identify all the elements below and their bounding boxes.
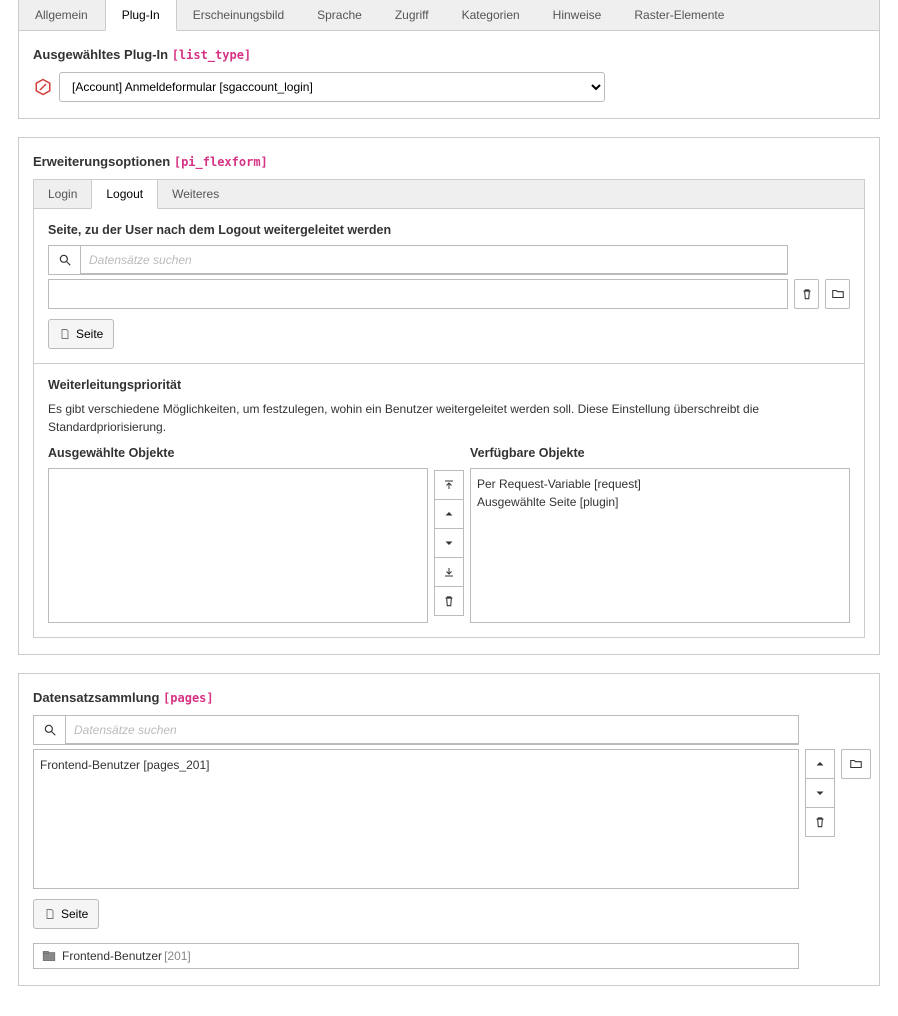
priority-help: Es gibt verschiedene Möglichkeiten, um f…	[48, 400, 850, 436]
move-top-button[interactable]	[434, 470, 464, 500]
tab-kategorien[interactable]: Kategorien	[446, 0, 537, 30]
record-collection-key: [pages]	[163, 691, 214, 705]
redirect-value-row	[48, 279, 850, 309]
redirect-search-row	[48, 245, 788, 275]
redirect-search-input[interactable]	[80, 245, 788, 275]
sub-tabs: Login Logout Weiteres	[33, 179, 865, 209]
tab-hinweise[interactable]: Hinweise	[537, 0, 619, 30]
selected-objects-col: Ausgewählte Objekte	[48, 446, 428, 623]
main-tabs: Allgemein Plug-In Erscheinungsbild Sprac…	[18, 0, 880, 31]
redirect-label: Seite, zu der User nach dem Logout weite…	[48, 223, 850, 237]
dual-list: Ausgewählte Objekte	[48, 446, 850, 623]
record-ref-id: [201]	[164, 949, 191, 963]
move-down-button[interactable]	[434, 528, 464, 558]
priority-title: Weiterleitungspriorität	[48, 378, 850, 392]
selected-plugin-label: Ausgewähltes Plug-In	[33, 47, 172, 62]
record-search-input[interactable]	[65, 715, 799, 745]
tab-allgemein[interactable]: Allgemein	[19, 0, 105, 30]
available-objects-col: Verfügbare Objekte Per Request-Variable …	[470, 446, 850, 623]
redirect-value-input[interactable]	[48, 279, 788, 309]
page-button[interactable]: Seite	[48, 319, 114, 349]
record-folder-controls	[841, 749, 871, 889]
selected-plugin-key: [list_type]	[172, 48, 251, 62]
record-collection-title: Datensatzsammlung [pages]	[33, 690, 865, 705]
extension-options-title: Erweiterungsoptionen [pi_flexform]	[33, 154, 865, 169]
search-icon	[33, 715, 65, 745]
plugin-select[interactable]: [Account] Anmeldeformular [sgaccount_log…	[59, 72, 605, 102]
selected-plugin-title: Ausgewähltes Plug-In [list_type]	[33, 47, 865, 62]
record-item[interactable]: Frontend-Benutzer [pages_201]	[40, 756, 792, 774]
record-move-up-button[interactable]	[805, 749, 835, 779]
record-browse-folder-button[interactable]	[841, 749, 871, 779]
search-icon	[48, 245, 80, 275]
tab-plugin[interactable]: Plug-In	[105, 0, 177, 31]
record-delete-button[interactable]	[805, 807, 835, 837]
record-reference[interactable]: Frontend-Benutzer [201]	[33, 943, 799, 969]
tab-zugriff[interactable]: Zugriff	[379, 0, 446, 30]
page-icon	[59, 327, 71, 341]
record-page-button[interactable]: Seite	[33, 899, 99, 929]
subtab-weiteres[interactable]: Weiteres	[158, 180, 233, 208]
record-list[interactable]: Frontend-Benutzer [pages_201]	[33, 749, 799, 889]
available-item[interactable]: Ausgewählte Seite [plugin]	[477, 493, 843, 511]
record-list-row: Frontend-Benutzer [pages_201]	[33, 749, 865, 889]
record-page-button-label: Seite	[61, 907, 88, 921]
priority-section: Weiterleitungspriorität Es gibt verschie…	[33, 364, 865, 638]
remove-item-button[interactable]	[434, 586, 464, 616]
available-objects-list[interactable]: Per Request-Variable [request] Ausgewähl…	[470, 468, 850, 623]
selected-objects-list[interactable]	[48, 468, 428, 623]
logout-redirect-section: Seite, zu der User nach dem Logout weite…	[33, 209, 865, 364]
record-collection-label: Datensatzsammlung	[33, 690, 163, 705]
plugin-row: [Account] Anmeldeformular [sgaccount_log…	[33, 72, 865, 102]
subtab-logout[interactable]: Logout	[91, 180, 158, 209]
move-up-button[interactable]	[434, 499, 464, 529]
page-icon	[44, 907, 56, 921]
selected-plugin-panel: Ausgewähltes Plug-In [list_type] [Accoun…	[18, 31, 880, 119]
record-search-row	[33, 715, 799, 745]
tab-sprache[interactable]: Sprache	[301, 0, 379, 30]
list-controls	[434, 470, 464, 623]
extension-options-label: Erweiterungsoptionen	[33, 154, 174, 169]
selected-objects-label: Ausgewählte Objekte	[48, 446, 428, 460]
move-bottom-button[interactable]	[434, 557, 464, 587]
tab-raster[interactable]: Raster-Elemente	[618, 0, 741, 30]
tab-erscheinungsbild[interactable]: Erscheinungsbild	[177, 0, 301, 30]
subtab-login[interactable]: Login	[34, 180, 91, 208]
available-objects-label: Verfügbare Objekte	[470, 446, 850, 460]
extension-options-key: [pi_flexform]	[174, 155, 268, 169]
record-collection-panel: Datensatzsammlung [pages] Frontend-Benut…	[18, 673, 880, 986]
browse-folder-button[interactable]	[825, 279, 850, 309]
extension-options-panel: Erweiterungsoptionen [pi_flexform] Login…	[18, 137, 880, 655]
page-button-label: Seite	[76, 327, 103, 341]
record-move-down-button[interactable]	[805, 778, 835, 808]
record-ref-name: Frontend-Benutzer	[62, 949, 162, 963]
delete-button[interactable]	[794, 279, 819, 309]
record-side-controls	[805, 749, 835, 889]
folder-page-icon	[42, 950, 56, 962]
plugin-hexagon-icon	[33, 77, 53, 97]
available-item[interactable]: Per Request-Variable [request]	[477, 475, 843, 493]
